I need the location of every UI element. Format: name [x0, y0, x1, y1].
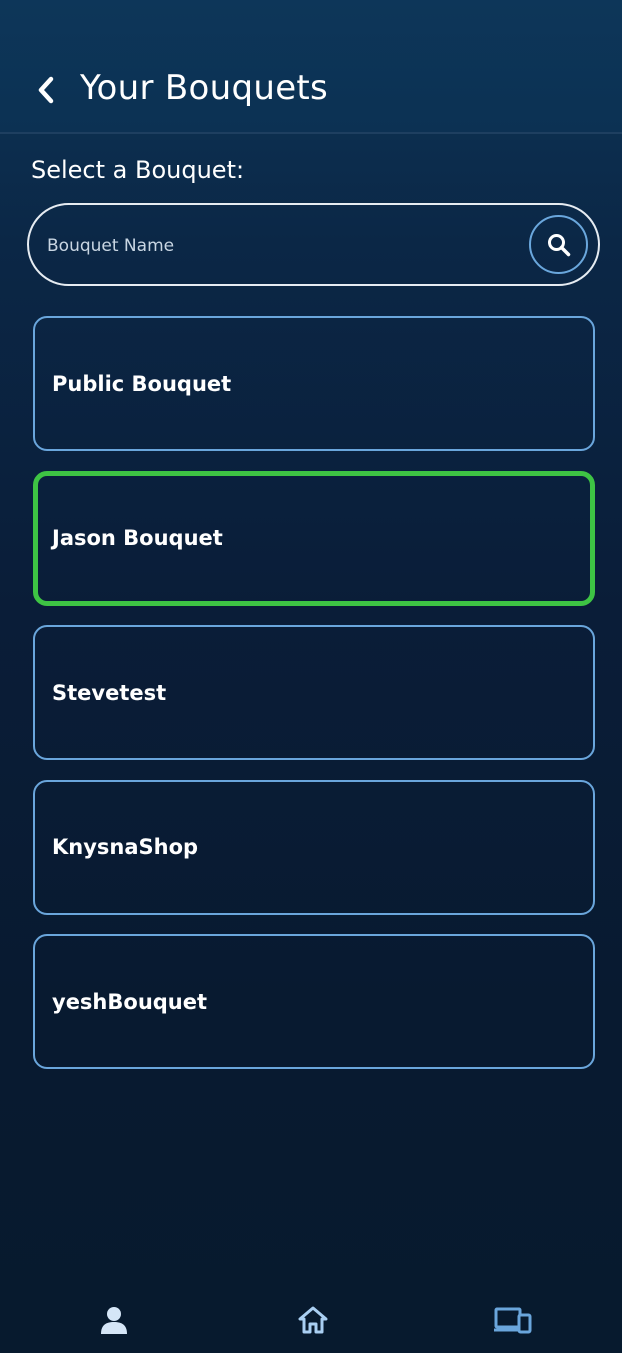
bouquet-card-public-bouquet[interactable]: Public Bouquet: [33, 316, 595, 451]
bouquet-list: Public Bouquet Jason Bouquet Stevetest K…: [33, 316, 595, 1089]
app-header: Your Bouquets: [0, 0, 622, 134]
search-input[interactable]: [45, 225, 519, 267]
bouquet-name: Jason Bouquet: [52, 526, 223, 550]
devices-icon: [494, 1307, 532, 1334]
bouquet-card-stevetest[interactable]: Stevetest: [33, 625, 595, 760]
bouquet-card-knysnashop[interactable]: KnysnaShop: [33, 779, 595, 915]
nav-home-button[interactable]: [293, 1300, 333, 1340]
search-button[interactable]: [529, 215, 588, 274]
chevron-left-icon: [38, 76, 54, 104]
bouquet-name: Stevetest: [52, 680, 167, 705]
bouquet-name: Public Bouquet: [52, 371, 232, 396]
bottom-navigation: [0, 1290, 622, 1353]
home-icon: [298, 1306, 328, 1334]
bouquet-name: KnysnaShop: [52, 835, 199, 859]
profile-icon: [101, 1307, 127, 1334]
bouquet-card-yeshbouquet[interactable]: yeshBouquet: [33, 934, 595, 1069]
page-title: Your Bouquets: [80, 68, 329, 108]
nav-devices-button[interactable]: [493, 1300, 533, 1340]
search-bar: [27, 203, 600, 286]
back-button[interactable]: [30, 70, 62, 110]
bouquet-card-jason-bouquet[interactable]: Jason Bouquet: [33, 470, 595, 606]
search-icon: [547, 233, 570, 256]
nav-profile-button[interactable]: [94, 1300, 134, 1340]
select-bouquet-label: Select a Bouquet:: [31, 156, 245, 184]
bouquet-name: yeshBouquet: [52, 989, 208, 1014]
